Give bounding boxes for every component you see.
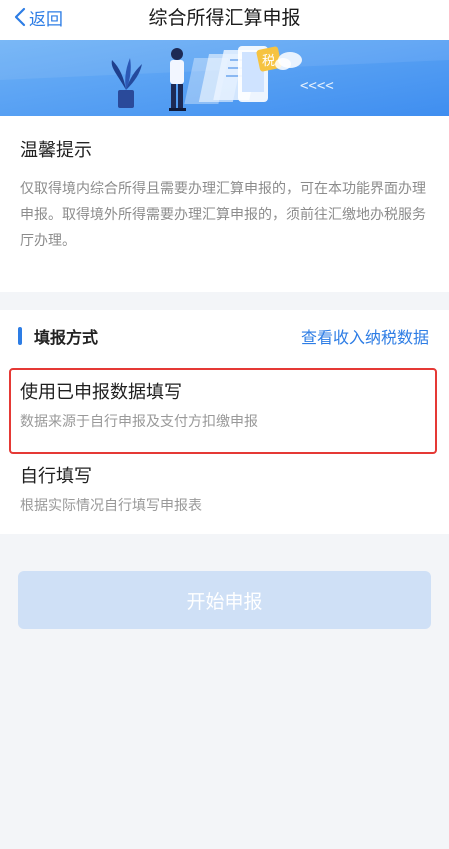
option-title: 使用已申报数据填写 <box>20 382 182 403</box>
banner-illustration: 税 <<<< <box>0 40 449 116</box>
header-banner: 税 <<<< <box>0 40 449 116</box>
option-use-declared-data[interactable]: 使用已申报数据填写 数据来源于自行申报及支付方扣缴申报 <box>20 378 430 431</box>
filing-method-header: 填报方式 <box>18 324 98 348</box>
arrows-text: <<<< <box>300 78 334 94</box>
start-filing-button[interactable]: 开始申报 <box>18 571 431 629</box>
option-title: 自行填写 <box>20 466 92 487</box>
view-income-tax-data-link[interactable]: 查看收入纳税数据 <box>301 324 429 348</box>
tips-body: 仅取得境内综合所得且需要办理汇算申报的，可在本功能界面办理申报。取得境外所得需要… <box>20 181 426 249</box>
option-desc: 根据实际情况自行填写申报表 <box>20 498 202 514</box>
nav-bar: 返回 综合所得汇算申报 <box>0 0 449 40</box>
section-marker <box>18 327 22 345</box>
tips-section: 温馨提示 仅取得境内综合所得且需要办理汇算申报的，可在本功能界面办理申报。取得境… <box>0 116 449 292</box>
filing-method-section: 填报方式 查看收入纳税数据 使用已申报数据填写 数据来源于自行申报及支付方扣缴申… <box>0 310 449 534</box>
tax-char: 税 <box>262 54 275 69</box>
option-self-fill[interactable]: 自行填写 根据实际情况自行填写申报表 <box>20 462 430 515</box>
tips-title: 温馨提示 <box>20 140 92 161</box>
filing-method-title: 填报方式 <box>34 328 99 347</box>
page-title: 综合所得汇算申报 <box>148 7 301 29</box>
option-desc: 数据来源于自行申报及支付方扣缴申报 <box>20 414 258 430</box>
